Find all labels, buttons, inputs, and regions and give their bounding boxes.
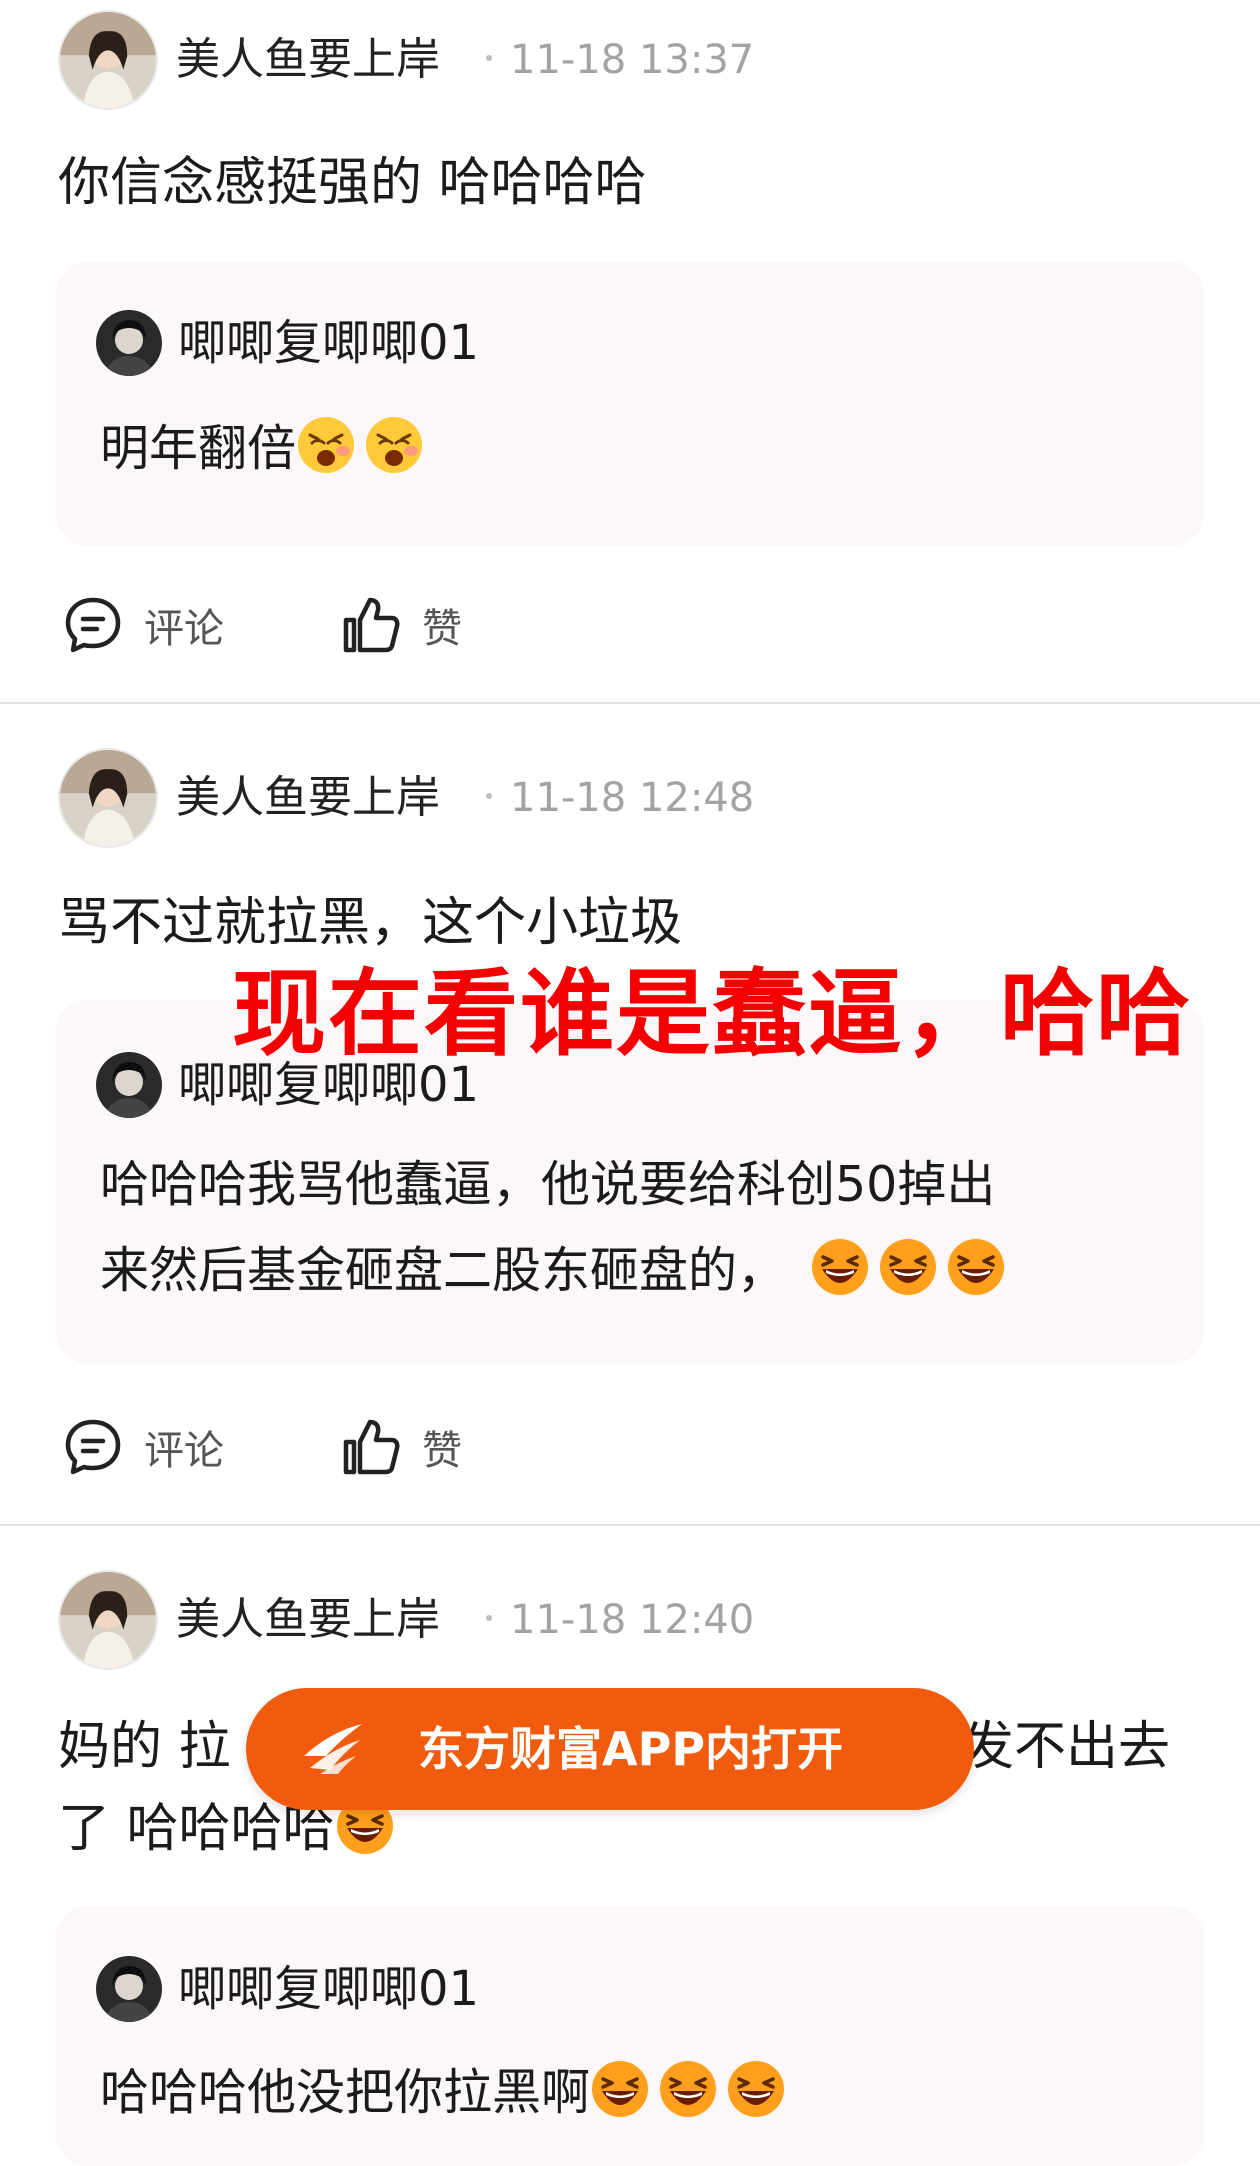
comment-text: 骂不过就拉黑，这个小垃圾	[58, 893, 683, 953]
comment-action[interactable]: 评论	[62, 1416, 224, 1478]
reply-username[interactable]: 唧唧复唧唧01	[178, 1956, 479, 2022]
comment-time: 11-18 12:40	[486, 1590, 754, 1650]
separator-dot	[486, 793, 492, 799]
laugh-emoji-icon	[726, 2059, 786, 2119]
like-action[interactable]: 赞	[340, 1416, 462, 1478]
like-label: 赞	[422, 606, 462, 652]
thumbs-up-icon	[343, 597, 400, 653]
reply-box[interactable]: 唧唧复唧唧01 哈哈哈他没把你拉黑啊	[56, 1906, 1204, 2166]
comment-label: 评论	[144, 1428, 224, 1474]
reply-text-line: 哈哈哈我骂他蠢逼，他说要给科创50掉出	[100, 1156, 996, 1213]
laugh-emoji-icon	[878, 1237, 938, 1297]
reply-text-line: 明年翻倍	[100, 420, 297, 477]
laugh-emoji-icon	[946, 1237, 1006, 1297]
reply-text-line: 来然后基金砸盘二股东砸盘的，	[100, 1228, 1180, 1314]
username[interactable]: 美人鱼要上岸	[176, 768, 440, 828]
username[interactable]: 美人鱼要上岸	[176, 30, 440, 90]
overlay-annotation-text: 现在看谁是蠢逼，哈哈	[232, 960, 1193, 1069]
like-label: 赞	[422, 1428, 462, 1474]
laugh-emoji-icon	[590, 2059, 650, 2119]
user-avatar[interactable]	[58, 748, 158, 848]
timestamp: 11-18 12:48	[510, 775, 755, 821]
separator-dot	[486, 55, 492, 61]
reply-text-fragment: 来然后基金砸盘二股东砸盘的，	[100, 1242, 787, 1299]
reply-user-avatar[interactable]	[96, 1052, 162, 1118]
comment-text-line: 发不出去	[962, 1717, 1171, 1777]
yawn-emoji-icon	[364, 415, 424, 475]
comment-text: 你信念感挺强的 哈哈哈哈	[58, 153, 647, 213]
timestamp: 11-18 12:40	[510, 1597, 755, 1643]
comment-icon	[65, 597, 121, 653]
separator-dot	[486, 1615, 492, 1621]
user-avatar[interactable]	[58, 10, 158, 110]
yawn-emoji-icon	[296, 415, 356, 475]
reply-box[interactable]: 唧唧复唧唧01 明年翻倍	[56, 262, 1204, 546]
comment-time: 11-18 13:37	[486, 30, 754, 90]
divider	[0, 1524, 1260, 1526]
like-action[interactable]: 赞	[340, 594, 462, 656]
laugh-emoji-icon	[810, 1237, 870, 1297]
reply-text: 哈哈哈他没把你拉黑啊	[100, 2050, 1180, 2136]
reply-text: 哈哈哈我骂他蠢逼，他说要给科创50掉出 来然后基金砸盘二股东砸盘的，	[100, 1142, 1180, 1314]
reply-user-avatar[interactable]	[96, 1956, 162, 2022]
eastmoney-logo-icon	[304, 1724, 362, 1774]
reply-user-avatar[interactable]	[96, 310, 162, 376]
comment-icon	[65, 1419, 121, 1475]
reply-text-fragment: 哈哈哈他没把你拉黑啊	[100, 2064, 591, 2121]
reply-text: 明年翻倍	[100, 406, 1180, 492]
divider	[0, 702, 1260, 704]
thumbs-up-icon	[343, 1419, 400, 1475]
open-in-app-label: 东方财富APP内打开	[418, 1722, 844, 1776]
comment-action[interactable]: 评论	[62, 594, 224, 656]
comment-label: 评论	[144, 606, 224, 652]
user-avatar[interactable]	[58, 1570, 158, 1670]
laugh-emoji-icon	[658, 2059, 718, 2119]
comment-time: 11-18 12:48	[486, 768, 754, 828]
reply-username[interactable]: 唧唧复唧唧01	[178, 310, 479, 376]
username[interactable]: 美人鱼要上岸	[176, 1590, 440, 1650]
timestamp: 11-18 13:37	[510, 37, 755, 83]
open-in-app-button[interactable]: 东方财富APP内打开	[246, 1688, 974, 1810]
